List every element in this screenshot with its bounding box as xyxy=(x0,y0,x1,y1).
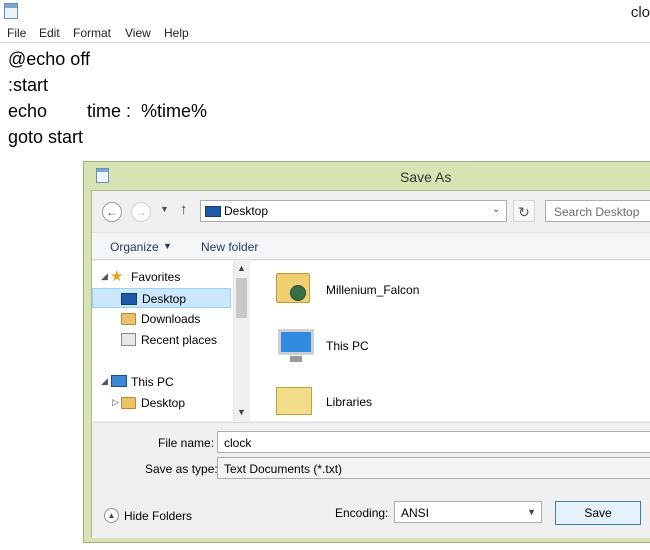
search-placeholder: Search Desktop xyxy=(554,205,640,219)
organize-button[interactable]: Organize xyxy=(110,240,159,254)
save-options-panel: File name: clock Save as type: Text Docu… xyxy=(92,422,650,538)
encoding-value: ANSI xyxy=(401,506,430,520)
navigation-pane: ◢ ★ Favorites Desktop Downloads Recent p… xyxy=(92,261,248,421)
nav-this-pc[interactable]: ◢ This PC xyxy=(92,372,232,392)
notepad-icon xyxy=(4,3,18,19)
nav-scrollbar[interactable]: ▲ ▼ xyxy=(233,261,248,421)
hide-folders-button[interactable]: ▲ Hide Folders xyxy=(104,505,204,527)
computer-icon xyxy=(111,375,127,387)
save-type-value: Text Documents (*.txt) xyxy=(224,462,343,476)
dialog-body: ← → ▼ ↑ Desktop ⌄ ↻ Search Desktop Organ… xyxy=(91,190,650,538)
file-list: Millenium_Falcon This PC Libraries xyxy=(250,261,650,421)
dialog-title-bar: Save As xyxy=(84,162,650,190)
menu-edit[interactable]: Edit xyxy=(39,26,60,40)
recent-places-icon xyxy=(121,333,136,346)
editor-line: goto start xyxy=(8,127,84,147)
file-label: Libraries xyxy=(326,395,373,409)
editor-line: :start xyxy=(8,75,49,95)
chevron-down-icon: ▼ xyxy=(527,507,536,517)
command-bar: Organize ▼ New folder xyxy=(92,232,650,260)
file-name-label: File name: xyxy=(158,436,215,450)
scroll-down-icon[interactable]: ▼ xyxy=(237,407,246,417)
menu-view[interactable]: View xyxy=(125,26,151,40)
save-type-label: Save as type: xyxy=(145,462,218,476)
nav-recent-places[interactable]: Recent places xyxy=(92,330,232,350)
search-input[interactable]: Search Desktop xyxy=(545,200,650,222)
computer-icon xyxy=(272,323,316,367)
menu-help[interactable]: Help xyxy=(164,26,189,40)
notepad-icon xyxy=(96,168,109,183)
chevron-down-icon[interactable]: ▼ xyxy=(163,241,172,251)
up-arrow-icon[interactable]: ↑ xyxy=(180,201,188,218)
scroll-up-icon[interactable]: ▲ xyxy=(237,263,246,273)
back-arrow-icon[interactable]: ← xyxy=(102,202,122,222)
nav-downloads[interactable]: Downloads xyxy=(92,309,232,329)
menu-format[interactable]: Format xyxy=(73,26,111,40)
chevron-up-icon: ▲ xyxy=(104,508,119,523)
recent-locations-chevron-icon[interactable]: ▼ xyxy=(160,204,169,214)
forward-arrow-icon[interactable]: → xyxy=(131,202,151,222)
dialog-title: Save As xyxy=(400,169,452,185)
desktop-icon xyxy=(205,206,221,217)
libraries-icon xyxy=(272,379,316,423)
new-folder-button[interactable]: New folder xyxy=(201,240,258,254)
nav-this-pc-label: This PC xyxy=(131,375,174,389)
file-label: Millenium_Falcon xyxy=(326,283,420,297)
editor-line: @echo off xyxy=(8,49,90,69)
save-button[interactable]: Save xyxy=(555,501,641,525)
folder-icon xyxy=(121,397,136,409)
scroll-thumb[interactable] xyxy=(236,278,247,318)
refresh-icon[interactable]: ↻ xyxy=(513,200,535,222)
star-icon: ★ xyxy=(110,268,124,285)
file-item-libraries[interactable]: Libraries xyxy=(272,379,572,427)
file-item-millenium-falcon[interactable]: Millenium_Falcon xyxy=(272,267,572,315)
collapse-arrow-icon[interactable]: ▷ xyxy=(112,397,119,408)
nav-downloads-label: Downloads xyxy=(141,312,201,326)
file-item-this-pc[interactable]: This PC xyxy=(272,323,572,371)
save-type-select[interactable]: Text Documents (*.txt) xyxy=(217,457,650,479)
desktop-icon xyxy=(121,293,137,305)
nav-pc-desktop[interactable]: ▷ Desktop xyxy=(92,393,232,413)
address-text: Desktop xyxy=(224,204,269,218)
nav-desktop-label: Desktop xyxy=(142,292,187,306)
editor-line: echo time : %time% xyxy=(8,101,208,121)
notepad-title-bar: clo xyxy=(0,0,650,24)
window-title: clo xyxy=(630,4,650,21)
file-name-input[interactable]: clock xyxy=(217,431,650,453)
hide-folders-label: Hide Folders xyxy=(124,509,193,523)
nav-pc-desktop-label: Desktop xyxy=(141,396,186,410)
user-folder-icon xyxy=(272,267,316,311)
nav-favorites-label: Favorites xyxy=(131,270,181,284)
downloads-folder-icon xyxy=(121,313,136,325)
expand-arrow-icon[interactable]: ◢ xyxy=(101,271,108,282)
address-dropdown-chevron-icon[interactable]: ⌄ xyxy=(492,204,500,215)
encoding-label: Encoding: xyxy=(335,506,389,520)
nav-desktop[interactable]: Desktop xyxy=(92,288,231,308)
address-bar[interactable]: Desktop ⌄ xyxy=(200,200,507,222)
menu-file[interactable]: File xyxy=(7,26,26,40)
save-as-dialog: Save As ← → ▼ ↑ Desktop ⌄ ↻ Search Deskt… xyxy=(83,161,650,543)
file-name-value: clock xyxy=(224,436,252,450)
menu-bar: File Edit Format View Help xyxy=(0,24,650,43)
nav-favorites[interactable]: ◢ ★ Favorites xyxy=(92,267,232,287)
encoding-select[interactable]: ANSI ▼ xyxy=(394,501,542,523)
expand-arrow-icon[interactable]: ◢ xyxy=(101,376,108,387)
file-label: This PC xyxy=(326,339,369,353)
nav-recent-places-label: Recent places xyxy=(141,333,218,347)
